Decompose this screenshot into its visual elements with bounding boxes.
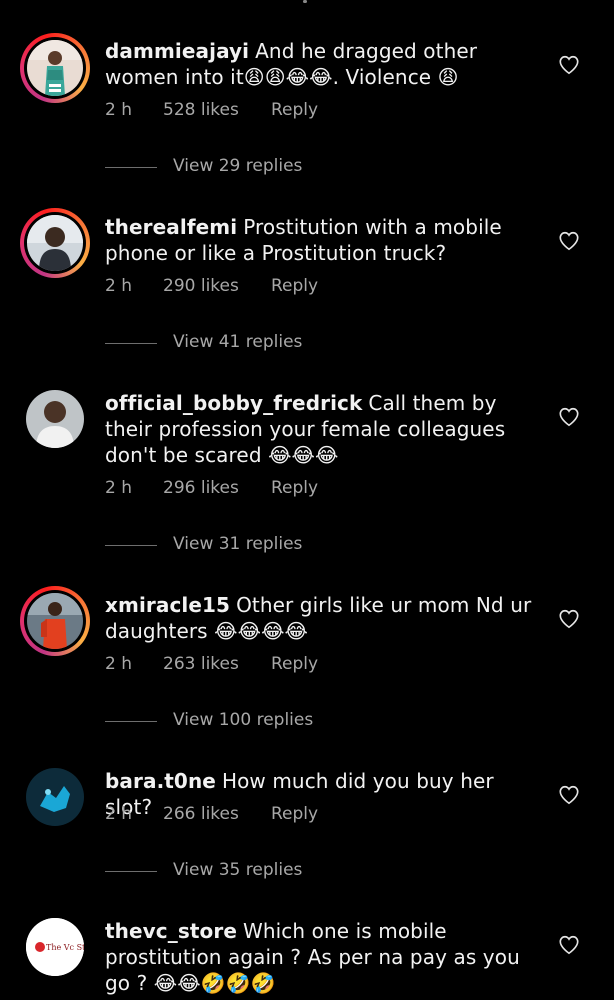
likes-count[interactable]: 528 likes: [163, 100, 239, 120]
heart-outline-icon[interactable]: [558, 54, 580, 76]
replies-divider: [105, 343, 157, 344]
replies-divider: [105, 871, 157, 872]
avatar[interactable]: [20, 208, 90, 278]
comment-time: 2 h: [105, 478, 132, 498]
avatar[interactable]: The Vc Store: [20, 912, 90, 982]
comment-text: thevc_store Which one is mobile prostitut…: [105, 918, 535, 996]
avatar-photo: The Vc Store: [26, 918, 84, 976]
replies-divider: [105, 167, 157, 168]
avatar[interactable]: [20, 384, 90, 454]
comment-username[interactable]: thevc_store: [105, 919, 237, 943]
comment-username[interactable]: xmiracle15: [105, 593, 230, 617]
comment-username[interactable]: dammieajayi: [105, 39, 249, 63]
likes-count[interactable]: 290 likes: [163, 276, 239, 296]
view-replies-label: View 29 replies: [173, 156, 303, 176]
comment-time: 2 h: [105, 100, 132, 120]
comment-username[interactable]: therealfemi: [105, 215, 237, 239]
avatar-photo: [26, 768, 84, 826]
view-replies-label: View 41 replies: [173, 332, 303, 352]
heart-outline-icon[interactable]: [558, 230, 580, 252]
likes-count[interactable]: 266 likes: [163, 804, 239, 824]
comment-username[interactable]: official_bobby_fredrick: [105, 391, 362, 415]
comment-text: dammieajayi And he dragged other women in…: [105, 38, 535, 90]
reply-button[interactable]: Reply: [271, 804, 318, 824]
avatar[interactable]: [20, 762, 90, 832]
avatar[interactable]: [20, 586, 90, 656]
replies-divider: [105, 545, 157, 546]
comment-text: xmiracle15 Other girls like ur mom Nd ur …: [105, 592, 535, 644]
comment-time: 2 h: [105, 804, 132, 824]
replies-divider: [105, 721, 157, 722]
comment-text: official_bobby_fredrick Call them by thei…: [105, 390, 535, 468]
heart-outline-icon[interactable]: [558, 784, 580, 806]
comment-time: 2 h: [105, 276, 132, 296]
comment-time: 2 h: [105, 654, 132, 674]
view-replies-label: View 100 replies: [173, 710, 314, 730]
reply-button[interactable]: Reply: [271, 478, 318, 498]
reply-button[interactable]: Reply: [271, 276, 318, 296]
avatar-photo: [26, 390, 84, 448]
avatar-photo: [27, 40, 83, 96]
reply-button[interactable]: Reply: [271, 654, 318, 674]
heart-outline-icon[interactable]: [558, 406, 580, 428]
comment-text: therealfemi Prostitution with a mobile ph…: [105, 214, 535, 266]
top-indicator: [303, 0, 307, 3]
reply-button[interactable]: Reply: [271, 100, 318, 120]
avatar-logo-text: The Vc Store: [46, 943, 84, 952]
comment-username[interactable]: bara.t0ne: [105, 769, 216, 793]
avatar-photo: [27, 215, 83, 271]
heart-outline-icon[interactable]: [558, 934, 580, 956]
view-replies-label: View 35 replies: [173, 860, 303, 880]
avatar[interactable]: [20, 33, 90, 103]
avatar-photo: [27, 593, 83, 649]
heart-outline-icon[interactable]: [558, 608, 580, 630]
likes-count[interactable]: 263 likes: [163, 654, 239, 674]
likes-count[interactable]: 296 likes: [163, 478, 239, 498]
view-replies-label: View 31 replies: [173, 534, 303, 554]
